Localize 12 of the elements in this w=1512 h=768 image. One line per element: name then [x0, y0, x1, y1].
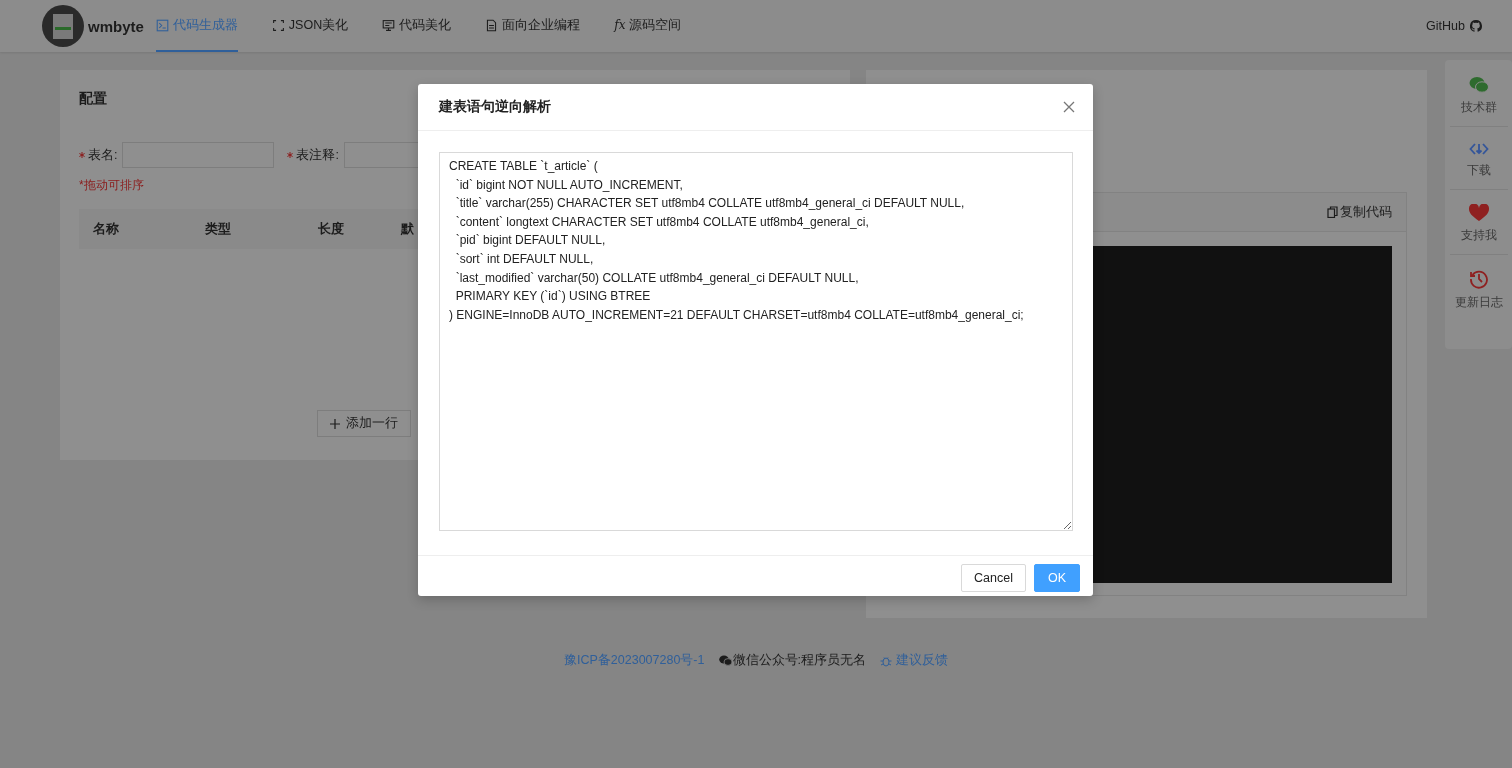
column-header: 名称 — [93, 220, 120, 238]
card-title: 配置 — [79, 90, 107, 108]
field-label: 表注释: — [296, 146, 339, 164]
sort-hint: *拖动可排序 — [79, 177, 144, 194]
brand-name: wmbyte — [88, 17, 144, 35]
field-label: 表名: — [88, 146, 118, 164]
column-header: 默 — [401, 220, 414, 238]
fx-icon: fx — [614, 18, 626, 32]
dialog-title: 建表语句逆向解析 — [439, 98, 551, 116]
wechat-text: 微信公众号:程序员无名 — [732, 652, 866, 669]
column-header: 类型 — [205, 220, 232, 238]
column-header: 长度 — [318, 220, 345, 238]
